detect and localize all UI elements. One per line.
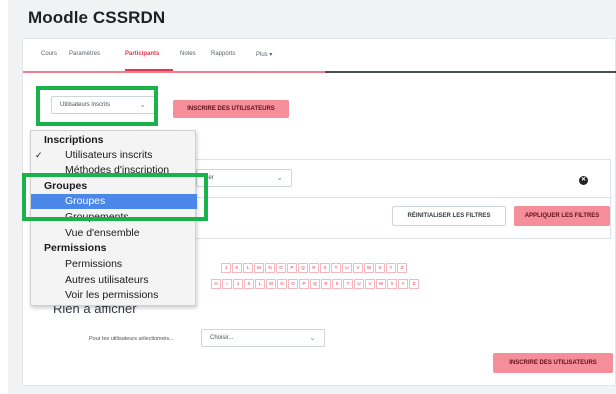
highlight-page-select xyxy=(36,86,158,126)
checkmark-icon: ✓ xyxy=(35,150,43,160)
dropdown-item-vue-ensemble[interactable]: Vue d'ensemble xyxy=(31,226,197,241)
tab-plus-label: Plus xyxy=(256,52,268,58)
bulk-action-label: Pour les utilisateurs sélectionnés... xyxy=(89,336,174,342)
bulk-action-select[interactable]: Choisir... ⌄ xyxy=(201,329,325,347)
initial-letter-link[interactable]: V xyxy=(353,263,363,273)
initial-letter-link[interactable]: Y xyxy=(398,279,408,289)
initial-letter-link[interactable]: T xyxy=(343,279,353,289)
chevron-down-icon: ⌄ xyxy=(309,333,316,343)
initial-letter-link[interactable]: N xyxy=(265,263,275,273)
active-tab-indicator xyxy=(125,69,173,71)
dropdown-item-utilisateurs-inscrits[interactable]: ✓ Utilisateurs inscrits xyxy=(31,148,197,163)
highlight-groupes-section xyxy=(22,173,208,221)
secondary-navigation: Cours Paramètres Participants Notes Rapp… xyxy=(23,39,616,73)
first-name-initials-bar: JKLMNOPQRSTUVWXYZ xyxy=(221,263,408,273)
enrol-users-button[interactable]: INSCRIRE DES UTILISATEURS xyxy=(173,100,289,118)
initial-letter-link[interactable]: L xyxy=(243,263,253,273)
initial-letter-link[interactable]: X xyxy=(387,279,397,289)
initial-letter-link[interactable]: X xyxy=(375,263,385,273)
initial-letter-link[interactable]: T xyxy=(331,263,341,273)
initial-letter-link[interactable]: O xyxy=(288,279,298,289)
initial-letter-link[interactable]: R xyxy=(309,263,319,273)
initial-letter-link[interactable]: U xyxy=(354,279,364,289)
dropdown-item-voir-permissions[interactable]: Voir les permissions xyxy=(31,288,197,303)
initial-letter-link[interactable]: U xyxy=(342,263,352,273)
initial-letter-link[interactable]: K xyxy=(244,279,254,289)
initial-letter-link[interactable]: W xyxy=(376,279,386,289)
tab-rapports[interactable]: Rapports xyxy=(211,51,235,57)
tab-participants[interactable]: Participants xyxy=(125,51,159,57)
initial-letter-link[interactable]: N xyxy=(277,279,287,289)
initial-letter-link[interactable]: M xyxy=(254,263,264,273)
initial-letter-link[interactable]: Z xyxy=(409,279,419,289)
tab-parametres[interactable]: Paramètres xyxy=(69,51,100,57)
enrol-users-bottom-button[interactable]: INSCRIRE DES UTILISATEURS xyxy=(493,353,613,373)
chevron-down-icon: ⌄ xyxy=(276,173,283,183)
tab-notes[interactable]: Notes xyxy=(180,51,196,57)
reset-filters-button[interactable]: RÉINITIALISER LES FILTRES xyxy=(392,206,506,226)
initial-letter-link[interactable]: Z xyxy=(397,263,407,273)
initial-letter-link[interactable]: S xyxy=(320,263,330,273)
initial-letter-link[interactable]: L xyxy=(255,279,265,289)
initial-letter-link[interactable]: Q xyxy=(298,263,308,273)
initial-letter-link[interactable]: M xyxy=(266,279,276,289)
initial-letter-link[interactable]: I xyxy=(222,279,232,289)
close-icon[interactable]: ✕ xyxy=(579,176,588,185)
chevron-down-icon: ▾ xyxy=(269,52,273,58)
tab-plus[interactable]: Plus ▾ xyxy=(256,51,272,58)
apply-filters-button[interactable]: APPLIQUER LES FILTRES xyxy=(514,206,610,226)
initial-letter-link[interactable]: Y xyxy=(386,263,396,273)
initial-letter-link[interactable]: Q xyxy=(310,279,320,289)
bulk-action-select-value: Choisir... xyxy=(210,335,234,341)
dropdown-header-permissions: Permissions xyxy=(44,242,107,254)
initial-letter-link[interactable]: R xyxy=(321,279,331,289)
initial-letter-link[interactable]: P xyxy=(299,279,309,289)
initial-letter-link[interactable]: V xyxy=(365,279,375,289)
initial-letter-link[interactable]: H xyxy=(211,279,221,289)
initial-letter-link[interactable]: J xyxy=(221,263,231,273)
filter-match-select[interactable]: ner ⌄ xyxy=(196,169,292,187)
site-title[interactable]: Moodle CSSRDN xyxy=(28,8,165,28)
last-name-initials-bar: HIJKLMNOPQRSTUVWXYZ xyxy=(211,279,420,289)
initial-letter-link[interactable]: P xyxy=(287,263,297,273)
tab-cours[interactable]: Cours xyxy=(41,51,57,57)
initial-letter-link[interactable]: S xyxy=(332,279,342,289)
initial-letter-link[interactable]: O xyxy=(276,263,286,273)
dropdown-item-label: Utilisateurs inscrits xyxy=(65,149,153,161)
dropdown-header-inscriptions: Inscriptions xyxy=(44,134,104,146)
dropdown-item-autres-utilisateurs[interactable]: Autres utilisateurs xyxy=(31,273,197,288)
dropdown-item-permissions[interactable]: Permissions xyxy=(31,257,197,272)
initial-letter-link[interactable]: J xyxy=(233,279,243,289)
initial-letter-link[interactable]: K xyxy=(232,263,242,273)
initial-letter-link[interactable]: W xyxy=(364,263,374,273)
navigation-divider xyxy=(325,71,616,73)
